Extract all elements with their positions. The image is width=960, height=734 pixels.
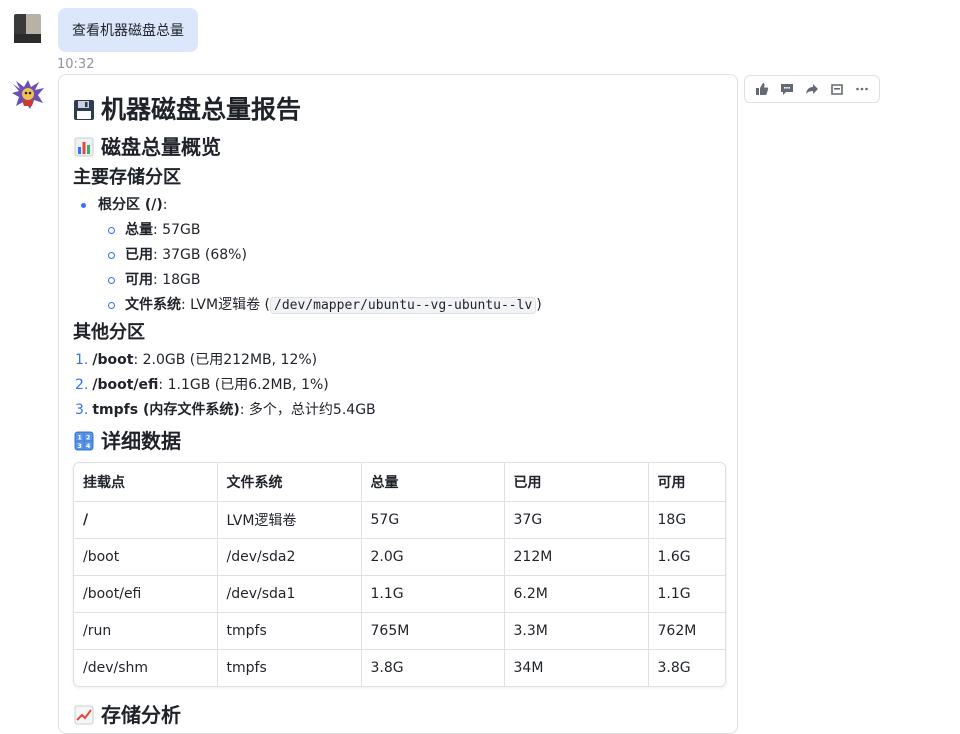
table-cell: LVM逻辑卷 bbox=[217, 501, 362, 539]
analysis-heading-text: 存储分析 bbox=[101, 703, 181, 727]
user-message-bubble: 查看机器磁盘总量 bbox=[58, 8, 198, 52]
table-cell: 34M bbox=[504, 649, 649, 686]
table-cell: 3.8G bbox=[657, 660, 691, 676]
table-cell: 212M bbox=[504, 538, 649, 576]
detail-value: : 18GB bbox=[153, 272, 201, 288]
detail-heading: 1234 详细数据 bbox=[73, 425, 723, 457]
table-cell: 37G bbox=[504, 501, 649, 539]
message-timestamp: 10:32 bbox=[57, 57, 95, 72]
partition-name: tmpfs (内存文件系统) bbox=[92, 402, 240, 418]
user-message-text: 查看机器磁盘总量 bbox=[72, 23, 184, 39]
table-cell: /boot/efi bbox=[74, 575, 218, 613]
message-actions-bar bbox=[744, 75, 880, 103]
table-row: /boot/efi /dev/sda1 1.1G 6.2M 1.1G bbox=[74, 575, 725, 613]
svg-text:4: 4 bbox=[86, 442, 91, 450]
table-cell: /dev/shm bbox=[74, 649, 218, 686]
other-partitions-heading: 其他分区 bbox=[73, 322, 145, 343]
analysis-heading: 存储分析 bbox=[73, 699, 723, 731]
share-icon[interactable] bbox=[803, 80, 821, 98]
overview-heading-text: 磁盘总量概览 bbox=[101, 135, 221, 159]
list-item: 总量: 57GB bbox=[108, 218, 723, 243]
root-partition-colon: : bbox=[162, 197, 168, 213]
list-item: 可用: 18GB bbox=[108, 268, 723, 293]
partition-info: : 2.0GB (已用212MB, 12%) bbox=[133, 352, 318, 368]
table-cell: 1.1G bbox=[361, 575, 505, 613]
svg-text:1: 1 bbox=[77, 433, 82, 441]
report-title-text: 机器磁盘总量报告 bbox=[101, 95, 302, 124]
report-title: 机器磁盘总量报告 bbox=[73, 91, 723, 129]
table-cell: 3.3M bbox=[504, 612, 649, 650]
table-header-row: 挂载点 文件系统 总量 已用 可用 bbox=[74, 463, 725, 502]
detail-key: 已用 bbox=[125, 247, 153, 263]
detail-key: 文件系统 bbox=[125, 297, 181, 313]
svg-text:2: 2 bbox=[86, 433, 91, 441]
bot-avatar[interactable] bbox=[10, 78, 46, 112]
list-item: 1./boot: 2.0GB (已用212MB, 12%) bbox=[75, 348, 723, 373]
table-cell: / bbox=[74, 501, 218, 539]
table-cell: /run bbox=[74, 612, 218, 650]
table-cell: 762M bbox=[648, 612, 725, 650]
list-number: 2. bbox=[75, 377, 89, 393]
more-icon[interactable] bbox=[853, 80, 871, 98]
table-row: / LVM逻辑卷 57G 37G 18G bbox=[74, 501, 725, 539]
trend-chart-icon bbox=[73, 704, 95, 726]
detail-heading-text: 详细数据 bbox=[101, 429, 181, 453]
detail-tail: ) bbox=[536, 297, 542, 313]
partition-name: /boot bbox=[92, 352, 134, 368]
partition-info: : 多个，总计约5.4GB bbox=[239, 402, 376, 418]
detail-value: : 57GB bbox=[153, 222, 201, 238]
table-cell: /boot bbox=[74, 538, 218, 576]
column-header: 可用 bbox=[648, 463, 725, 502]
comment-icon[interactable] bbox=[778, 80, 796, 98]
column-header: 总量 bbox=[361, 463, 505, 502]
device-path-code: /dev/mapper/ubuntu--vg-ubuntu--lv bbox=[270, 297, 537, 314]
table-cell: 57G bbox=[361, 501, 505, 539]
list-item: 文件系统: LVM逻辑卷 (/dev/mapper/ubuntu--vg-ubu… bbox=[108, 293, 723, 318]
table-cell: 1.6G bbox=[648, 538, 725, 576]
bar-chart-icon bbox=[73, 136, 95, 158]
list-number: 3. bbox=[75, 402, 89, 418]
table-row: /boot /dev/sda2 2.0G 212M 1.6G bbox=[74, 538, 725, 576]
table-cell: /dev/sda1 bbox=[217, 575, 362, 613]
table-cell: 2.0G bbox=[361, 538, 505, 576]
table-cell: 6.2M bbox=[504, 575, 649, 613]
detail-value: : 37GB (68%) bbox=[153, 247, 247, 263]
table-row: /run tmpfs 765M 3.3M 762M bbox=[74, 612, 725, 650]
table-cell: 18G bbox=[648, 501, 725, 539]
other-partitions-list: 1./boot: 2.0GB (已用212MB, 12%) 2./boot/ef… bbox=[73, 348, 723, 423]
partition-info: : 1.1GB (已用6.2MB, 1%) bbox=[158, 377, 329, 393]
table-cell: tmpfs bbox=[217, 649, 362, 686]
bookmark-icon[interactable] bbox=[828, 80, 846, 98]
list-item: 2./boot/efi: 1.1GB (已用6.2MB, 1%) bbox=[75, 373, 723, 398]
table-cell: 765M bbox=[361, 612, 505, 650]
table-cell: /dev/sda2 bbox=[217, 538, 362, 576]
list-item: 根分区 (/): 总量: 57GB 已用: 37GB (68%) 可用: 18G… bbox=[81, 193, 723, 318]
table-row: /dev/shm tmpfs 3.8G 34M 3.8G bbox=[74, 649, 725, 686]
column-header: 文件系统 bbox=[217, 463, 362, 502]
bot-reply-card: 机器磁盘总量报告 磁盘总量概览 主要存储分区 根分区 (/): 总量: 57GB… bbox=[58, 74, 738, 734]
main-partitions-heading: 主要存储分区 bbox=[73, 167, 181, 188]
detail-key: 总量 bbox=[125, 222, 153, 238]
detail-value: : LVM逻辑卷 ( bbox=[181, 297, 270, 313]
table-cell: tmpfs bbox=[217, 612, 362, 650]
list-item: 已用: 37GB (68%) bbox=[108, 243, 723, 268]
column-header: 已用 bbox=[504, 463, 649, 502]
list-item: 3. tmpfs (内存文件系统): 多个，总计约5.4GB bbox=[75, 398, 723, 423]
table-cell: 3.8G bbox=[361, 649, 505, 686]
list-number: 1. bbox=[75, 352, 89, 368]
detail-key: 可用 bbox=[125, 272, 153, 288]
table-cell: 1.1G bbox=[648, 575, 725, 613]
overview-heading: 磁盘总量概览 bbox=[73, 131, 723, 163]
column-header: 挂载点 bbox=[74, 463, 218, 502]
user-avatar[interactable] bbox=[14, 14, 41, 43]
root-partition-details: 总量: 57GB 已用: 37GB (68%) 可用: 18GB 文件系统: L… bbox=[98, 218, 723, 318]
floppy-disk-icon bbox=[73, 99, 95, 121]
partition-name: /boot/efi bbox=[92, 377, 159, 393]
numbers-icon: 1234 bbox=[73, 430, 95, 452]
root-partition-label: 根分区 (/) bbox=[98, 197, 163, 213]
svg-text:3: 3 bbox=[77, 442, 82, 450]
thumbs-up-icon[interactable] bbox=[753, 80, 771, 98]
root-partition-list: 根分区 (/): 总量: 57GB 已用: 37GB (68%) 可用: 18G… bbox=[73, 193, 723, 318]
disk-detail-table: 挂载点 文件系统 总量 已用 可用 / LVM逻辑卷 57G 37G 18G /… bbox=[73, 462, 726, 687]
